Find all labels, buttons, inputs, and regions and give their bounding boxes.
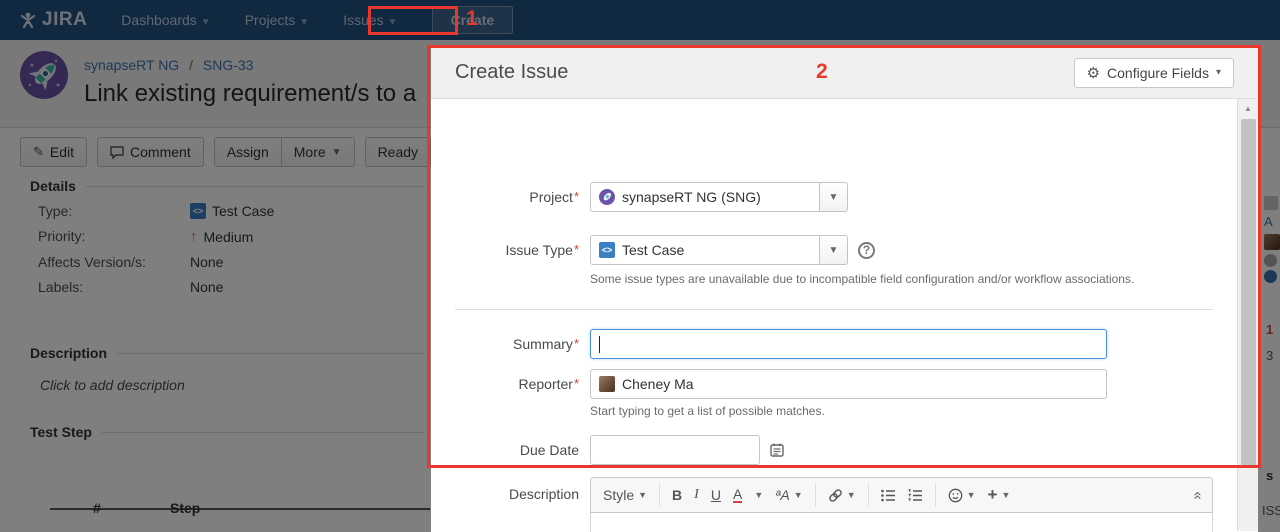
text-color-button[interactable]: A xyxy=(732,487,743,503)
chevron-down-icon: ▼ xyxy=(1001,490,1011,500)
annotation-box-2 xyxy=(427,45,1261,468)
insert-more-dropdown[interactable]: + ▼ xyxy=(988,485,1011,505)
style-dropdown-label: Style xyxy=(603,487,635,503)
collapse-toolbar-icon[interactable]: « xyxy=(1189,491,1206,499)
emoji-icon xyxy=(948,488,962,502)
rich-text-toolbar: Style ▼ B I U A ▼ ªA ▼ ▼ ▼ + ▼ « xyxy=(590,477,1213,513)
underline-button[interactable]: U xyxy=(711,487,721,503)
toolbar-format-group: B I U A ▼ ªA ▼ xyxy=(659,484,815,506)
annotation-number-2: 2 xyxy=(816,60,828,83)
description-editor-area[interactable] xyxy=(590,513,1213,532)
chevron-down-icon: ▼ xyxy=(638,490,648,500)
annotation-number-1: 1 xyxy=(466,7,478,30)
plus-icon: + xyxy=(987,485,998,504)
description-label: Description xyxy=(508,486,579,502)
chevron-down-icon[interactable]: ▼ xyxy=(754,490,763,500)
emoji-dropdown[interactable]: ▼ xyxy=(948,488,976,503)
annotation-box-1 xyxy=(368,6,458,35)
more-formatting-label: ªA xyxy=(775,487,790,503)
link-dropdown[interactable]: ▼ xyxy=(828,488,856,503)
chevron-down-icon: ▼ xyxy=(966,490,976,500)
toolbar-style-group: Style ▼ xyxy=(601,484,659,506)
toolbar-link-group: ▼ xyxy=(814,484,868,506)
italic-button[interactable]: I xyxy=(694,487,699,503)
chevron-down-icon: ▼ xyxy=(793,490,803,500)
chevron-down-icon: ▼ xyxy=(846,490,856,500)
description-field-row: Description Style ▼ B I U A ▼ ªA ▼ ▼ ▼ +… xyxy=(431,477,1213,513)
style-dropdown[interactable]: Style ▼ xyxy=(603,487,647,503)
bullet-list-icon[interactable] xyxy=(880,489,896,502)
numbered-list-icon[interactable] xyxy=(908,488,923,502)
toolbar-list-group xyxy=(867,484,935,506)
bold-button[interactable]: B xyxy=(672,487,682,503)
link-icon xyxy=(828,488,842,502)
more-formatting-dropdown[interactable]: ªA ▼ xyxy=(775,487,802,503)
toolbar-insert-group: ▼ + ▼ xyxy=(934,484,1023,506)
